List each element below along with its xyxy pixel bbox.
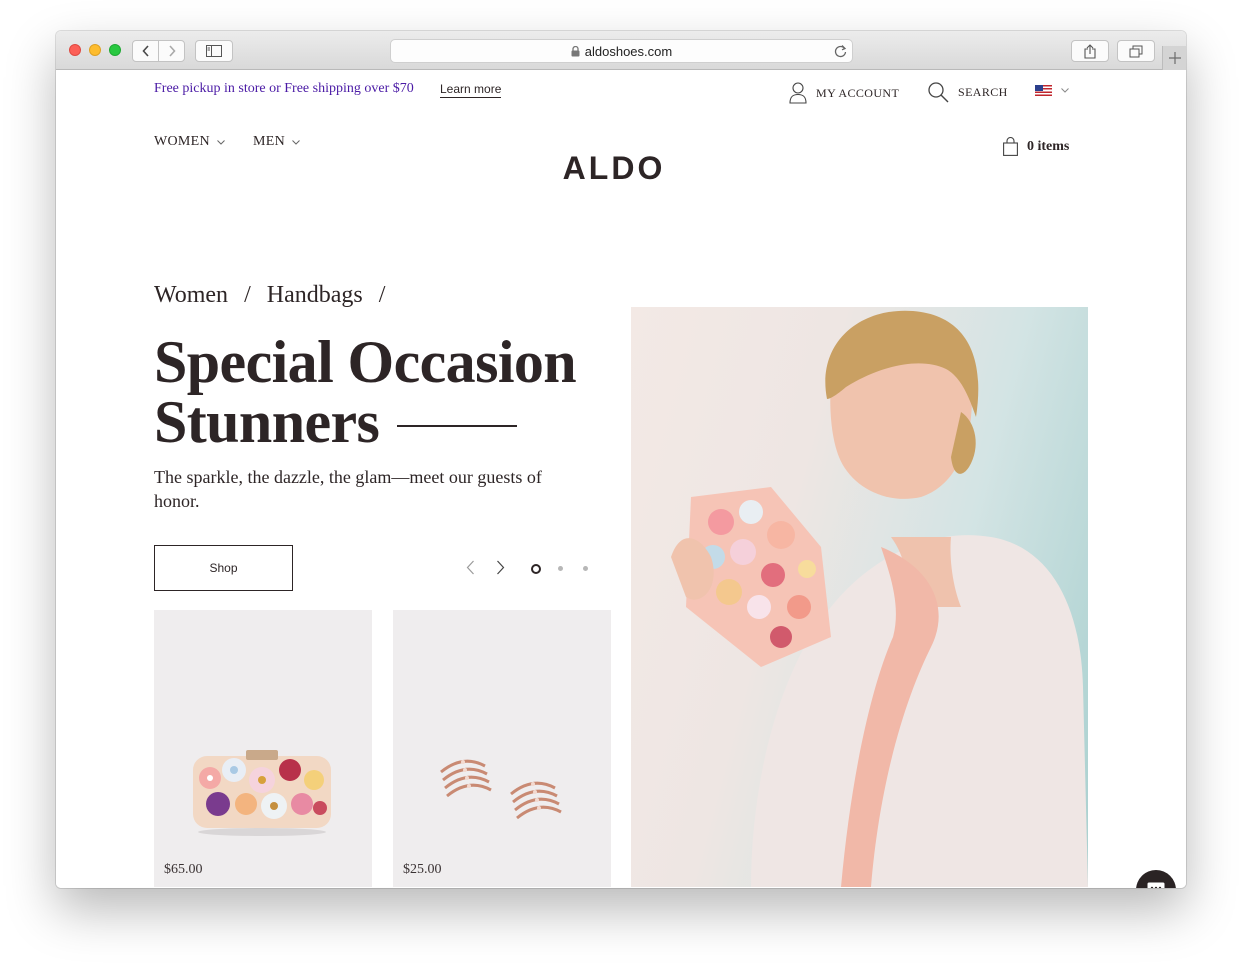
address-bar[interactable]: aldoshoes.com: [390, 39, 853, 63]
hero-title-line1: Special Occasion: [154, 329, 577, 395]
chevron-down-icon: [1061, 88, 1069, 93]
nav-men-label: MEN: [253, 134, 286, 149]
country-selector[interactable]: [1035, 85, 1069, 96]
hero-image[interactable]: [631, 307, 1088, 887]
hero-title-line2-row: Stunners: [154, 392, 624, 452]
chat-button[interactable]: [1136, 870, 1176, 888]
breadcrumb-handbags[interactable]: Handbags: [267, 282, 363, 309]
hero-title: Special Occasion Stunners: [154, 332, 624, 452]
title-divider: [397, 425, 518, 427]
carousel-prev-button[interactable]: [466, 560, 475, 580]
url-text: aldoshoes.com: [584, 43, 673, 59]
my-account-link[interactable]: MY ACCOUNT: [789, 82, 899, 104]
chat-icon: [1147, 882, 1165, 888]
product-price: $65.00: [164, 862, 203, 877]
breadcrumb: Women / Handbags /: [154, 282, 385, 309]
web-page: Free pickup in store or Free shipping ov…: [56, 70, 1186, 888]
product-card-earrings[interactable]: $25.00: [393, 610, 611, 887]
chevron-left-icon: [141, 45, 149, 57]
product-price: $25.00: [403, 862, 442, 877]
hero-title-line2: Stunners: [154, 389, 380, 455]
breadcrumb-women[interactable]: Women: [154, 282, 228, 309]
search-link[interactable]: SEARCH: [928, 82, 1008, 103]
zoom-window-button[interactable]: [109, 44, 121, 56]
search-label: SEARCH: [958, 85, 1008, 99]
plus-icon: [1168, 52, 1181, 64]
chevron-right-icon: [497, 560, 505, 575]
back-button[interactable]: [133, 41, 158, 61]
carousel-dot[interactable]: [583, 566, 588, 571]
model-with-clutch-image: [671, 310, 1088, 887]
sidebar-toggle-button[interactable]: [195, 40, 233, 62]
shopping-bag-icon: [1003, 137, 1018, 156]
product-card-clutch[interactable]: $65.00: [154, 610, 372, 887]
nav-women-label: WOMEN: [154, 134, 210, 149]
nav-women[interactable]: WOMEN: [154, 134, 225, 150]
my-account-label: MY ACCOUNT: [816, 85, 900, 100]
carousel-dot-active[interactable]: [531, 564, 541, 574]
cart-count: 0 items: [1027, 138, 1070, 154]
minimize-window-button[interactable]: [89, 44, 101, 56]
new-tab-button[interactable]: [1162, 46, 1186, 70]
chevron-down-icon: [292, 139, 300, 145]
tabs-icon: [1129, 45, 1143, 57]
chevron-left-icon: [466, 560, 474, 575]
carousel-dot[interactable]: [558, 566, 563, 571]
hero-subtitle: The sparkle, the dazzle, the glam—meet o…: [154, 467, 542, 511]
lock-icon: [571, 45, 580, 57]
carousel-next-button[interactable]: [496, 560, 505, 580]
show-tabs-button[interactable]: [1117, 40, 1155, 62]
share-icon: [1084, 43, 1096, 59]
search-icon: [928, 82, 949, 103]
close-window-button[interactable]: [69, 44, 81, 56]
share-button[interactable]: [1071, 40, 1109, 62]
learn-more-link[interactable]: Learn more: [440, 82, 502, 98]
shop-button[interactable]: Shop: [154, 545, 293, 591]
forward-button[interactable]: [158, 41, 184, 61]
floral-clutch-image: [193, 750, 331, 836]
user-icon: [789, 82, 807, 104]
chevron-down-icon: [217, 139, 225, 145]
history-nav: [132, 40, 185, 62]
logo-text: ALDO: [563, 150, 666, 186]
chevron-right-icon: [168, 45, 176, 57]
browser-window: aldoshoes.com Free pickup in store or Fr…: [56, 31, 1186, 888]
aldo-logo[interactable]: ALDO: [548, 150, 680, 186]
reload-icon[interactable]: [834, 44, 847, 61]
rose-gold-earrings-image: [440, 759, 562, 820]
breadcrumb-separator: /: [244, 282, 251, 308]
browser-toolbar: aldoshoes.com: [56, 31, 1186, 70]
promo-banner: Free pickup in store or Free shipping ov…: [154, 81, 414, 96]
cart-link[interactable]: 0 items: [1003, 137, 1069, 156]
us-flag-icon: [1035, 85, 1052, 96]
sidebar-icon: [206, 45, 222, 57]
nav-men[interactable]: MEN: [253, 134, 300, 150]
breadcrumb-separator: /: [378, 282, 386, 308]
